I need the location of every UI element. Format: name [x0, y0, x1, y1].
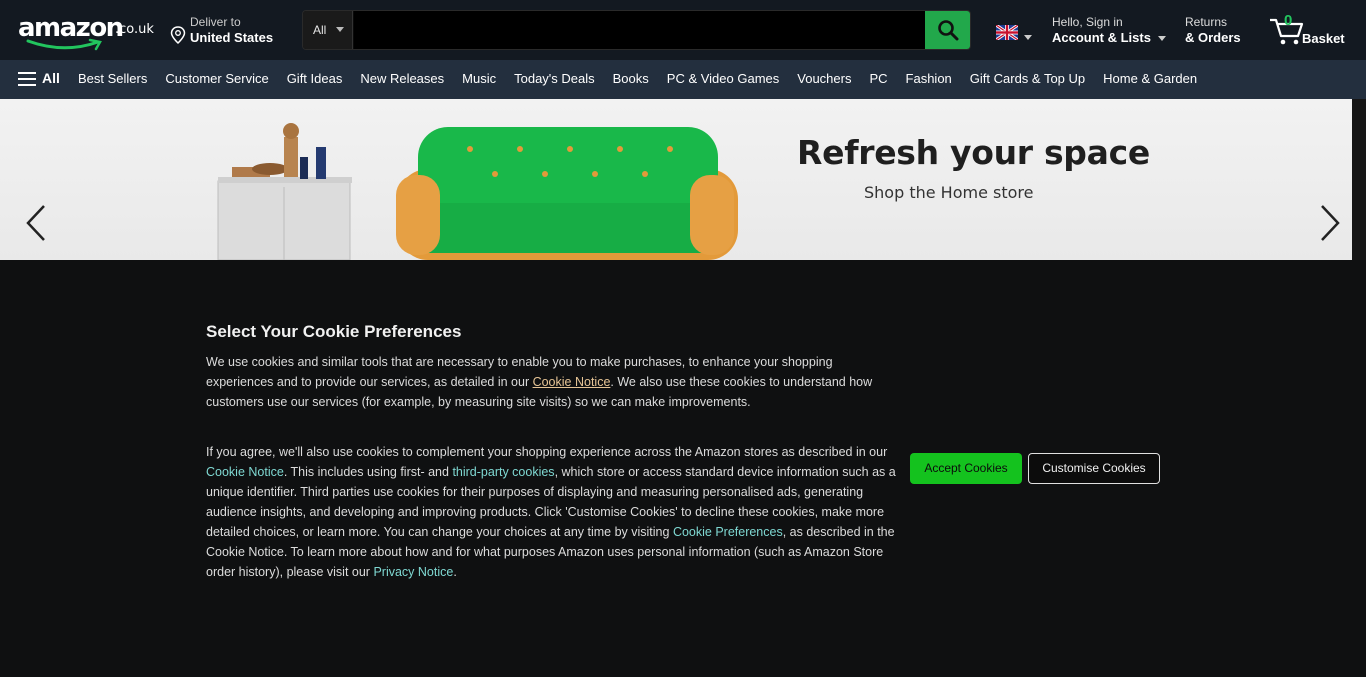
hero-illustration	[217, 123, 738, 260]
cookie-preferences-link[interactable]: Cookie Preferences	[673, 525, 783, 539]
logo-tld: .co.uk	[115, 22, 154, 37]
uk-flag-icon	[995, 23, 1019, 42]
search-input[interactable]	[354, 11, 926, 49]
basket-count: 0	[1284, 12, 1293, 29]
deliver-to[interactable]: Deliver to United States	[170, 13, 290, 49]
deliver-label: Deliver to	[190, 15, 241, 29]
carousel-prev-icon[interactable]	[24, 203, 48, 243]
greeting-text: Hello, Sign in	[1052, 15, 1123, 29]
account-lists-label: Account & Lists	[1052, 30, 1151, 45]
privacy-notice-link[interactable]: Privacy Notice	[373, 565, 453, 579]
nav-link-todays-deals[interactable]: Today's Deals	[514, 71, 595, 86]
search-button[interactable]	[925, 11, 970, 49]
nav-link-new-releases[interactable]: New Releases	[360, 71, 444, 86]
deliver-location: United States	[190, 30, 274, 45]
carousel-next-icon[interactable]	[1318, 203, 1342, 243]
nav-link-gift-ideas[interactable]: Gift Ideas	[287, 71, 343, 86]
search-category-label: All	[313, 23, 327, 37]
nav-link-vouchers[interactable]: Vouchers	[797, 71, 851, 86]
cookie-text: If you agree, we'll also use cookies to …	[206, 445, 888, 459]
nav-link-home-garden[interactable]: Home & Garden	[1103, 71, 1197, 86]
all-menu-button[interactable]: All	[18, 70, 60, 86]
search-category-dropdown[interactable]: All	[303, 11, 353, 49]
nav-link-pc-video-games[interactable]: PC & Video Games	[667, 71, 779, 86]
basket-button[interactable]: 0 Basket	[1266, 10, 1354, 50]
returns-label: Returns	[1185, 15, 1228, 29]
account-lists-menu[interactable]: Hello, Sign in Account & Lists	[1052, 13, 1174, 49]
language-selector[interactable]	[995, 23, 1036, 43]
nav-link-best-sellers[interactable]: Best Sellers	[78, 71, 147, 86]
third-party-cookies-link[interactable]: third-party cookies	[452, 465, 554, 479]
chevron-down-icon	[336, 27, 344, 32]
cookie-notice-link[interactable]: Cookie Notice	[533, 375, 611, 389]
nav-link-music[interactable]: Music	[462, 71, 496, 86]
orders-label: & Orders	[1185, 30, 1241, 45]
cookie-notice-link-2[interactable]: Cookie Notice	[206, 465, 284, 479]
main-nav: All Best Sellers Customer Service Gift I…	[0, 60, 1366, 99]
cookie-paragraph-2: If you agree, we'll also use cookies to …	[206, 442, 896, 582]
page-scrollbar[interactable]	[1352, 99, 1366, 260]
customise-cookies-button[interactable]: Customise Cookies	[1028, 453, 1160, 484]
all-menu-label: All	[42, 70, 60, 86]
chevron-down-icon	[1024, 35, 1032, 40]
nav-link-pc[interactable]: PC	[869, 71, 887, 86]
search-bar: All	[302, 10, 971, 50]
basket-label: Basket	[1302, 31, 1345, 46]
nav-link-books[interactable]: Books	[613, 71, 649, 86]
cookie-paragraph-1: We use cookies and similar tools that ar…	[206, 352, 896, 412]
amazon-logo[interactable]: amazon .co.uk	[14, 8, 156, 52]
cookie-title: Select Your Cookie Preferences	[206, 322, 462, 341]
hero-title: Refresh your space	[797, 133, 1150, 172]
cookie-preferences-panel: Select Your Cookie Preferences We use co…	[0, 260, 1366, 677]
hamburger-icon	[18, 72, 36, 86]
cookie-text: . This includes using first- and	[283, 465, 453, 479]
hero-subtitle: Shop the Home store	[864, 183, 1034, 202]
smile-arrow-icon	[26, 38, 102, 51]
nav-links: Best Sellers Customer Service Gift Ideas…	[78, 71, 1197, 86]
chevron-down-icon	[1158, 36, 1166, 41]
search-icon	[937, 20, 958, 41]
nav-link-fashion[interactable]: Fashion	[906, 71, 952, 86]
nav-link-gift-cards[interactable]: Gift Cards & Top Up	[970, 71, 1085, 86]
hero-banner[interactable]: Refresh your space Shop the Home store	[0, 99, 1352, 260]
accept-cookies-button[interactable]: Accept Cookies	[910, 453, 1022, 484]
cookie-text: .	[453, 565, 457, 579]
top-header: amazon .co.uk Deliver to United States A…	[0, 0, 1366, 60]
returns-orders-link[interactable]: Returns & Orders	[1185, 13, 1255, 49]
nav-link-customer-service[interactable]: Customer Service	[165, 71, 268, 86]
location-pin-icon	[170, 26, 186, 44]
